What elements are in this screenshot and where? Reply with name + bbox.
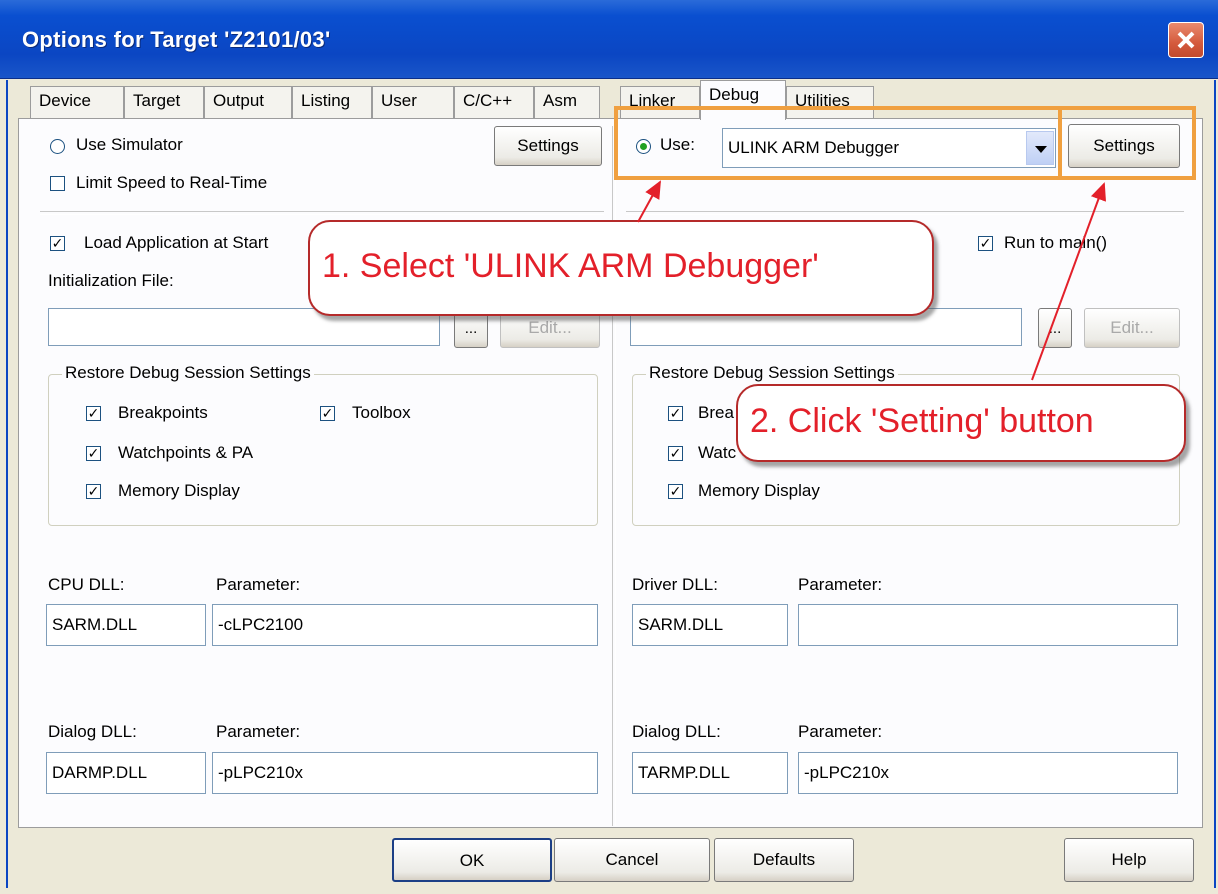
- arrow-to-debugger: [637, 180, 661, 223]
- arrow-to-settings: [1031, 182, 1106, 381]
- annotation-arrows: [637, 180, 1106, 381]
